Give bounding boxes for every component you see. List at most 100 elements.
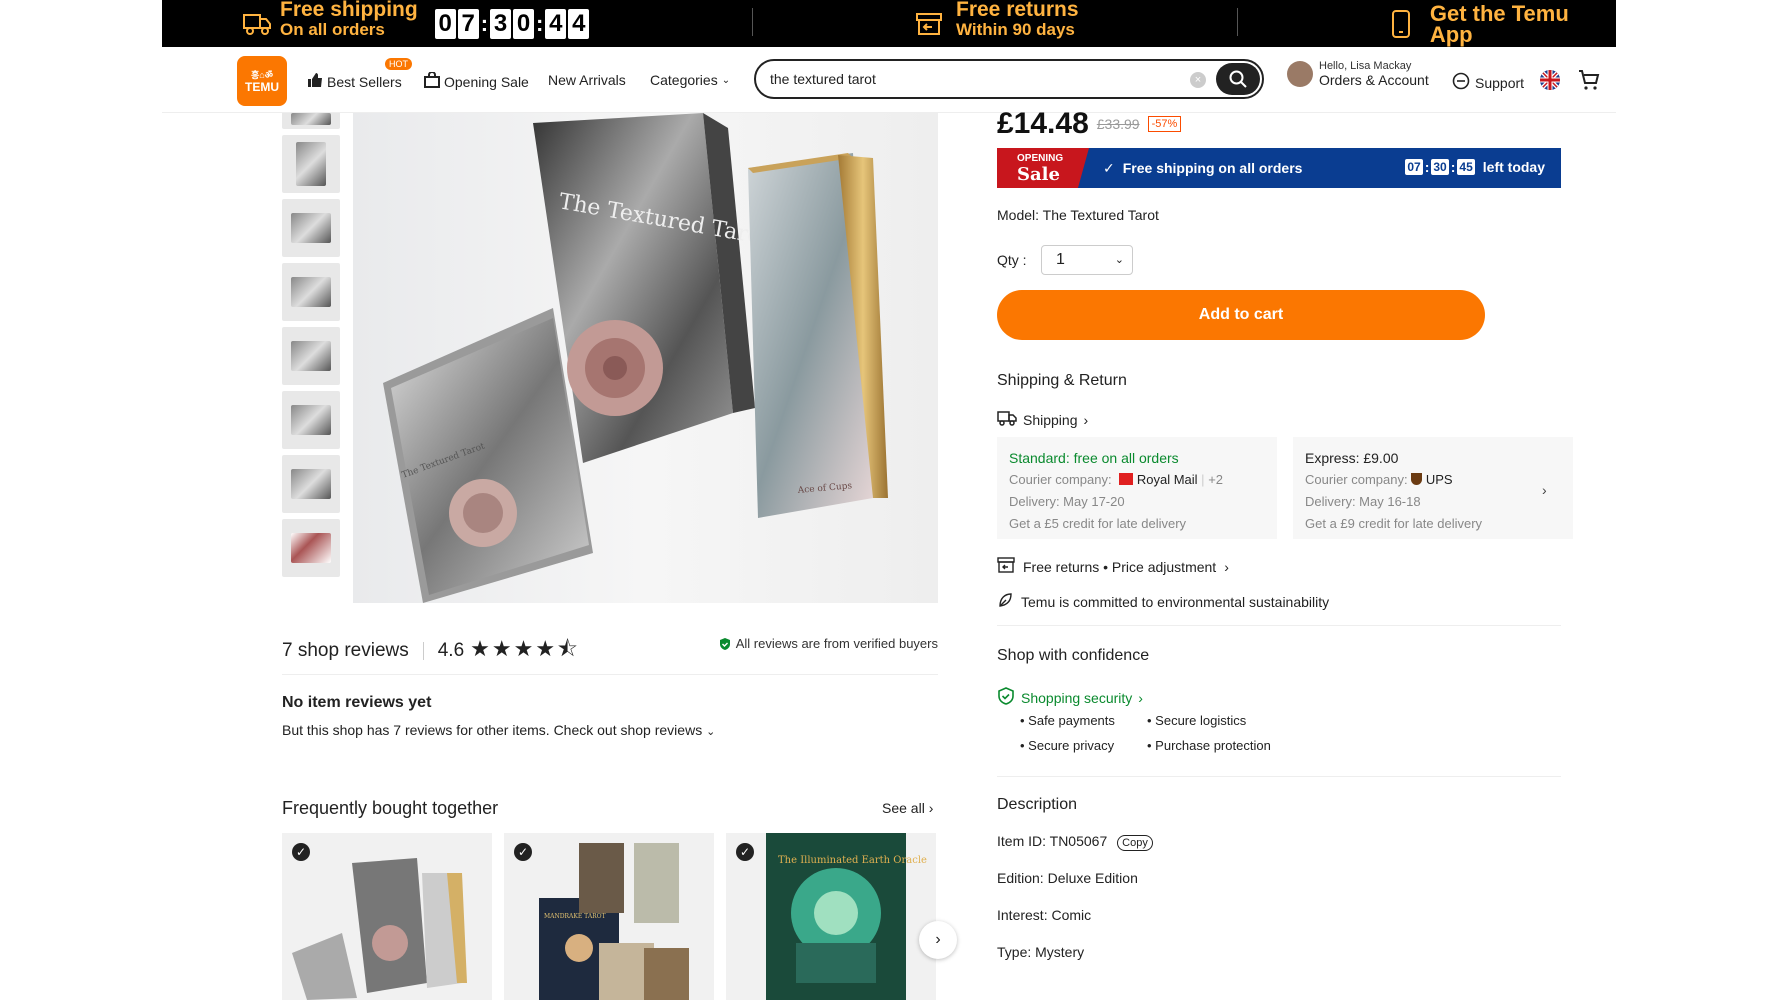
- checkbox-checked[interactable]: ✓: [514, 843, 532, 861]
- carousel-next-button[interactable]: ›: [919, 921, 957, 959]
- express-shipping-card[interactable]: Express: £9.00 Courier company: UPS Deli…: [1293, 437, 1573, 539]
- free-shipping-promo[interactable]: Free shipping On all orders 0 7 : 3 0 : …: [240, 0, 590, 47]
- rating-score: 4.6: [437, 640, 465, 661]
- copy-button[interactable]: Copy: [1117, 835, 1153, 851]
- chevron-right-icon: ›: [1083, 411, 1089, 428]
- shop-with-confidence-title: Shop with confidence: [997, 647, 1150, 664]
- free-returns-title: Free returns: [956, 0, 1079, 21]
- shipping-return-title: Shipping & Return: [997, 372, 1127, 389]
- thumbnail[interactable]: [282, 391, 340, 449]
- opening-sale-bar[interactable]: OPENING Sale ✓ Free shipping on all orde…: [997, 148, 1561, 188]
- express-shipping-head: Express: £9.00: [1305, 450, 1399, 466]
- shipping-link[interactable]: Shipping ›: [997, 410, 1088, 429]
- get-app-text: Get the Temu App: [1429, 0, 1569, 47]
- shipping-options-next[interactable]: ›: [1542, 482, 1547, 498]
- see-all-label: See all: [882, 800, 925, 816]
- divider: [422, 642, 424, 660]
- standard-delivery: Delivery: May 17-20: [1009, 494, 1125, 509]
- cart-icon[interactable]: [1578, 69, 1600, 96]
- sale-badge-top: OPENING: [1017, 152, 1064, 164]
- free-shipping-note: ✓ Free shipping on all orders: [1103, 160, 1302, 177]
- add-to-cart-button[interactable]: Add to cart: [997, 290, 1485, 340]
- thumbs-up-icon: [307, 72, 323, 91]
- courier-name: UPS: [1425, 472, 1453, 487]
- thumbnail[interactable]: [282, 327, 340, 385]
- search-input[interactable]: the textured tarot: [770, 71, 876, 87]
- nav-opening-sale-label: Opening Sale: [444, 73, 529, 90]
- promo-banner[interactable]: Free shipping On all orders 0 7 : 3 0 : …: [162, 0, 1616, 47]
- free-returns-promo[interactable]: Free returns Within 90 days: [912, 0, 1079, 47]
- qty-label: Qty :: [997, 252, 1027, 268]
- edition-text: Edition: Deluxe Edition: [997, 870, 1138, 886]
- standard-credit: Get a £5 credit for late delivery: [1009, 516, 1187, 531]
- logo-text: TEMU: [245, 80, 279, 94]
- thumbnail[interactable]: [282, 263, 340, 321]
- qty-select[interactable]: 1 ⌄: [1041, 245, 1133, 275]
- express-credit: Get a £9 credit for late delivery: [1305, 516, 1483, 531]
- royal-mail-icon: [1119, 473, 1134, 485]
- standard-shipping-card[interactable]: Standard: free on all orders Courier com…: [997, 437, 1277, 539]
- fbt-product-card[interactable]: ✓ MANDRAKE TAROT: [504, 833, 714, 1000]
- fbt-product-card[interactable]: ✓: [282, 833, 492, 1000]
- bullet-text: Safe payments: [1028, 713, 1115, 728]
- divider: [997, 625, 1561, 626]
- timer-digit: 0: [434, 8, 456, 39]
- chevron-right-icon: ›: [1224, 558, 1229, 575]
- search-button[interactable]: [1216, 63, 1260, 95]
- sustainability-note: Temu is committed to environmental susta…: [997, 592, 1329, 611]
- nav-categories[interactable]: Categories ⌄: [650, 72, 730, 88]
- account-menu[interactable]: Hello, Lisa Mackay Orders & Account: [1287, 60, 1429, 88]
- nav-new-arrivals-label: New Arrivals: [548, 72, 626, 88]
- main-product-image[interactable]: The Textured Tarot The Textured Tarot Ac…: [353, 113, 938, 603]
- nav-new-arrivals[interactable]: New Arrivals: [548, 72, 626, 88]
- no-item-reviews-title: No item reviews yet: [282, 694, 432, 711]
- shop-reviews-title[interactable]: 7 shop reviews: [282, 640, 409, 662]
- confidence-bullet: • Safe payments: [1020, 713, 1115, 728]
- search-bar[interactable]: the textured tarot ×: [754, 59, 1264, 99]
- leaf-icon: [997, 592, 1013, 611]
- fbt-product-card[interactable]: ✓ The Illuminated Earth Oracle: [726, 833, 936, 1000]
- checkbox-checked[interactable]: ✓: [736, 843, 754, 861]
- shopping-bag-icon: [424, 71, 440, 91]
- fbt-title: Frequently bought together: [282, 798, 499, 818]
- support-link[interactable]: Support: [1452, 72, 1524, 93]
- thumbnail[interactable]: [282, 113, 340, 129]
- courier-label: Courier company:: [1009, 472, 1112, 487]
- thumbnail[interactable]: [282, 455, 340, 513]
- chevron-down-icon: ⌄: [706, 726, 716, 738]
- timer-colon: :: [536, 10, 544, 36]
- ups-icon: [1411, 473, 1423, 485]
- hot-badge: HOT: [385, 58, 412, 70]
- current-price: £14.48: [997, 107, 1089, 140]
- banner-divider: [752, 8, 753, 36]
- get-app-promo[interactable]: Get the Temu App: [1384, 0, 1616, 47]
- see-all-link[interactable]: See all ›: [882, 800, 933, 816]
- truck-icon: [997, 410, 1017, 429]
- chevron-right-icon: ›: [1542, 482, 1547, 498]
- type-text: Type: Mystery: [997, 944, 1085, 960]
- nav-best-sellers[interactable]: Best Sellers HOT: [307, 58, 412, 91]
- confidence-bullet: • Purchase protection: [1147, 738, 1271, 753]
- no-item-reviews-text[interactable]: But this shop has 7 reviews for other it…: [282, 722, 715, 738]
- thumbnail[interactable]: [282, 519, 340, 577]
- verified-shield-icon: [719, 637, 730, 650]
- clear-search-icon[interactable]: ×: [1190, 72, 1206, 88]
- item-id-text: Item ID: TN05067: [997, 833, 1108, 849]
- uk-flag-icon[interactable]: [1540, 70, 1560, 90]
- temu-logo[interactable]: 홍⌂ॐ TEMU: [237, 56, 287, 106]
- free-returns-link[interactable]: Free returns • Price adjustment ›: [997, 557, 1229, 576]
- confidence-bullet: • Secure privacy: [1020, 738, 1115, 753]
- shopping-security-link[interactable]: Shopping security ›: [997, 687, 1143, 708]
- account-label: Orders & Account: [1319, 72, 1429, 88]
- thumbnail[interactable]: [282, 199, 340, 257]
- chevron-right-icon: ›: [928, 800, 934, 816]
- chevron-down-icon: ⌄: [1114, 254, 1124, 266]
- courier-label: Courier company:: [1305, 472, 1408, 487]
- checkbox-checked[interactable]: ✓: [292, 843, 310, 861]
- nav-best-sellers-label: Best Sellers: [327, 73, 402, 90]
- truck-icon: [240, 7, 274, 41]
- nav-opening-sale[interactable]: Opening Sale: [424, 71, 529, 91]
- thumbnail[interactable]: [282, 135, 340, 193]
- left-today-text: left today: [1482, 159, 1545, 175]
- banner-divider: [1237, 8, 1238, 36]
